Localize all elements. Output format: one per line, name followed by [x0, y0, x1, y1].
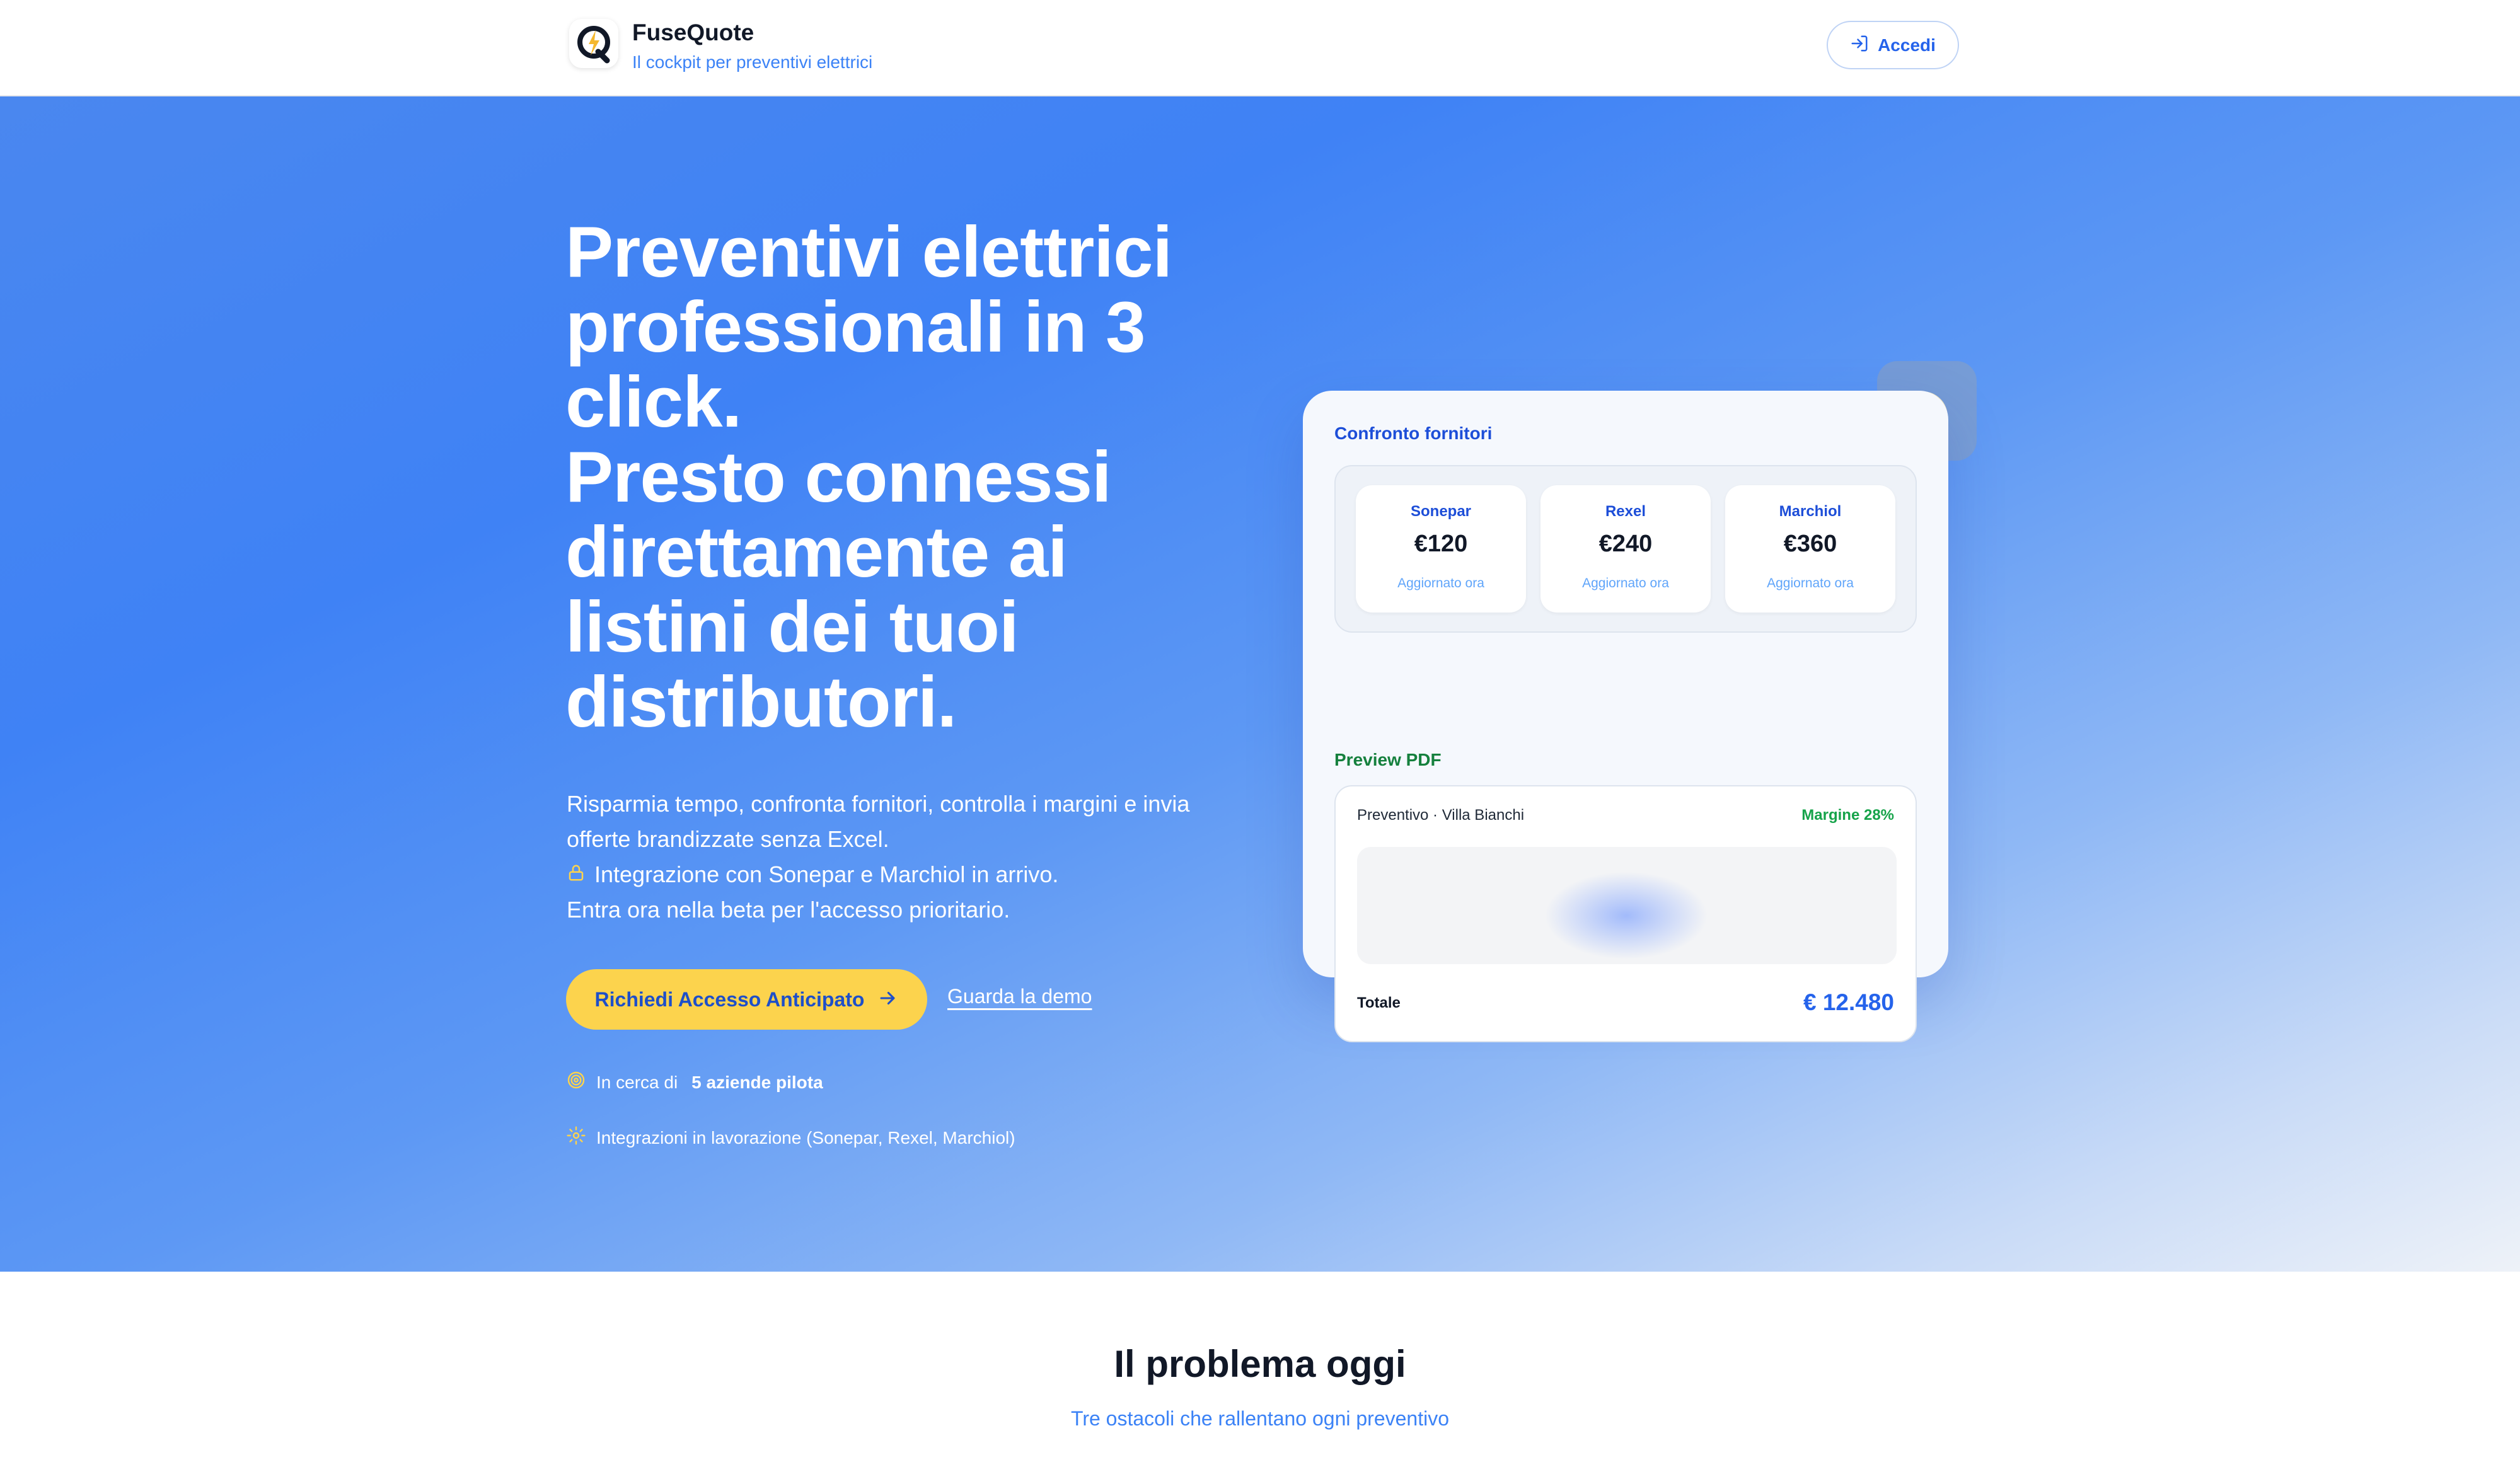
pdf-total-label: Totale [1357, 994, 1401, 1011]
hero-description-line: Entra ora nella beta per l'accesso prior… [567, 897, 1010, 923]
hero-title-line: professionali in 3 [565, 287, 1146, 367]
pilot-badge: In cerca di 5 aziende pilota [566, 1070, 823, 1095]
pilot-badge-prefix: In cerca di [596, 1072, 678, 1092]
pdf-quote-title: Preventivo · Villa Bianchi [1357, 807, 1525, 824]
target-icon [566, 1070, 586, 1095]
supplier-name: Rexel [1605, 503, 1646, 520]
early-access-label: Richiedi Accesso Anticipato [594, 987, 865, 1011]
supplier-price: €360 [1783, 531, 1837, 557]
problem-section-subtitle: Tre ostacoli che rallentano ogni prevent… [1070, 1407, 1450, 1430]
login-button[interactable]: Accedi [1827, 21, 1959, 69]
demo-link[interactable]: Guarda la demo [947, 985, 1092, 1008]
suppliers-comparison: Sonepar €120 Aggiornato ora Rexel €240 A… [1334, 465, 1917, 633]
supplier-card-rexel: Rexel €240 Aggiornato ora [1540, 485, 1711, 613]
hero-title-line: Preventivi elettrici [565, 212, 1172, 292]
brand-name[interactable]: FuseQuote [632, 19, 754, 47]
pdf-margin-badge: Margine 28% [1801, 807, 1894, 824]
supplier-card-sonepar: Sonepar €120 Aggiornato ora [1356, 485, 1526, 613]
supplier-price: €240 [1598, 531, 1653, 557]
top-header: FuseQuote Il cockpit per preventivi elet… [0, 0, 2520, 96]
hero-description: Risparmia tempo, confronta fornitori, co… [567, 786, 1260, 928]
supplier-card-marchiol: Marchiol €360 Aggiornato ora [1725, 485, 1895, 613]
supplier-updated: Aggiornato ora [1397, 576, 1484, 590]
arrow-right-icon [877, 987, 898, 1012]
problem-section-title: Il problema oggi [1114, 1343, 1406, 1385]
brand-tagline: Il cockpit per preventivi elettrici [632, 52, 873, 72]
integrations-badge: Integrazioni in lavorazione (Sonepar, Re… [566, 1125, 1015, 1150]
q-bolt-logo-icon[interactable] [569, 19, 618, 68]
lock-icon [567, 857, 586, 892]
hero-description-line: Risparmia tempo, confronta fornitori, co… [567, 791, 1190, 817]
supplier-name: Marchiol [1779, 503, 1842, 520]
hero-title-line: distributori. [565, 662, 957, 742]
pdf-preview-label: Preview PDF [1334, 750, 1442, 769]
sign-in-icon [1850, 34, 1869, 56]
hero-title-line: Presto connessi [565, 437, 1112, 517]
gear-icon [566, 1125, 586, 1150]
suppliers-label: Confronto fornitori [1334, 423, 1493, 443]
hero-title: Preventivi elettrici professionali in 3 … [565, 215, 1265, 740]
pdf-total-value: € 12.480 [1803, 989, 1894, 1015]
supplier-name: Sonepar [1410, 503, 1472, 520]
integrations-badge-text: Integrazioni in lavorazione (Sonepar, Re… [596, 1127, 1015, 1148]
hero-description-line: offerte brandizzate senza Excel. [567, 826, 889, 852]
supplier-updated: Aggiornato ora [1582, 576, 1669, 590]
decorative-glow [1544, 872, 1708, 960]
hero-description-line: Integrazione con Sonepar e Marchiol in a… [594, 861, 1059, 887]
hero-title-line: listini dei tuoi [565, 587, 1019, 667]
supplier-price: €120 [1414, 531, 1468, 557]
hero-title-line: direttamente ai [565, 512, 1068, 592]
supplier-updated: Aggiornato ora [1767, 576, 1854, 590]
hero-title-line: click. [565, 362, 742, 442]
early-access-button[interactable]: Richiedi Accesso Anticipato [566, 969, 927, 1030]
hero-section: Preventivi elettrici professionali in 3 … [0, 96, 2520, 1272]
integration-note: Integrazione con Sonepar e Marchiol in a… [567, 857, 1260, 892]
login-label: Accedi [1878, 35, 1936, 55]
pilot-badge-count: 5 aziende pilota [691, 1072, 823, 1092]
